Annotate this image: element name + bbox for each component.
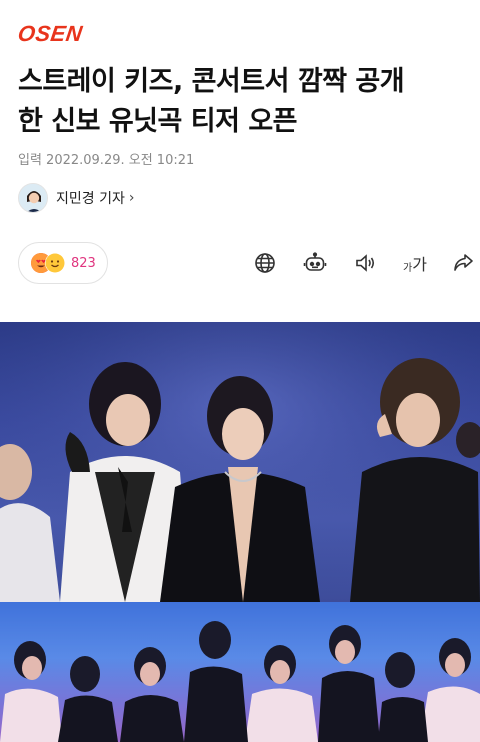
reporter-name: 지민경 기자 xyxy=(56,191,125,207)
osen-logo[interactable]: OSEN xyxy=(16,21,85,46)
speaker-icon[interactable] xyxy=(350,248,380,278)
article-toolbar: 가가 xyxy=(250,248,480,280)
share-icon[interactable] xyxy=(448,248,478,278)
site-header: OSEN xyxy=(0,0,480,58)
concert-photo-upper xyxy=(0,322,480,602)
reaction-count: 823 xyxy=(71,255,96,271)
logo-text: OSEN xyxy=(16,21,85,46)
reaction-button[interactable]: 823 xyxy=(18,242,108,284)
reporter-link[interactable]: 지민경 기자 › xyxy=(18,183,134,213)
font-size-icon[interactable]: 가가 xyxy=(398,248,432,278)
article-title-line-2: 한 신보 유닛곡 티저 오픈 xyxy=(18,106,298,137)
smile-emoji-icon xyxy=(45,253,65,273)
font-size-large-label: 가 xyxy=(412,255,427,274)
robot-summary-icon[interactable] xyxy=(300,248,330,278)
concert-performers-image xyxy=(0,322,480,602)
article-photo[interactable] xyxy=(0,322,480,742)
reporter-avatar xyxy=(18,183,48,213)
stage-group-image xyxy=(0,602,480,742)
globe-icon[interactable] xyxy=(250,248,280,278)
article-title: 스트레이 키즈, 콘서트서 깜짝 공개 한 신보 유닛곡 티저 오픈 xyxy=(18,62,458,142)
article-title-line-1: 스트레이 키즈, 콘서트서 깜짝 공개 xyxy=(18,66,405,97)
chevron-right-icon: › xyxy=(128,190,135,206)
avatar-portrait-icon xyxy=(19,184,47,212)
font-size-small-label: 가 xyxy=(403,262,413,274)
concert-photo-lower xyxy=(0,602,480,742)
publish-dateline: 입력 2022.09.29. 오전 10:21 xyxy=(18,153,195,168)
